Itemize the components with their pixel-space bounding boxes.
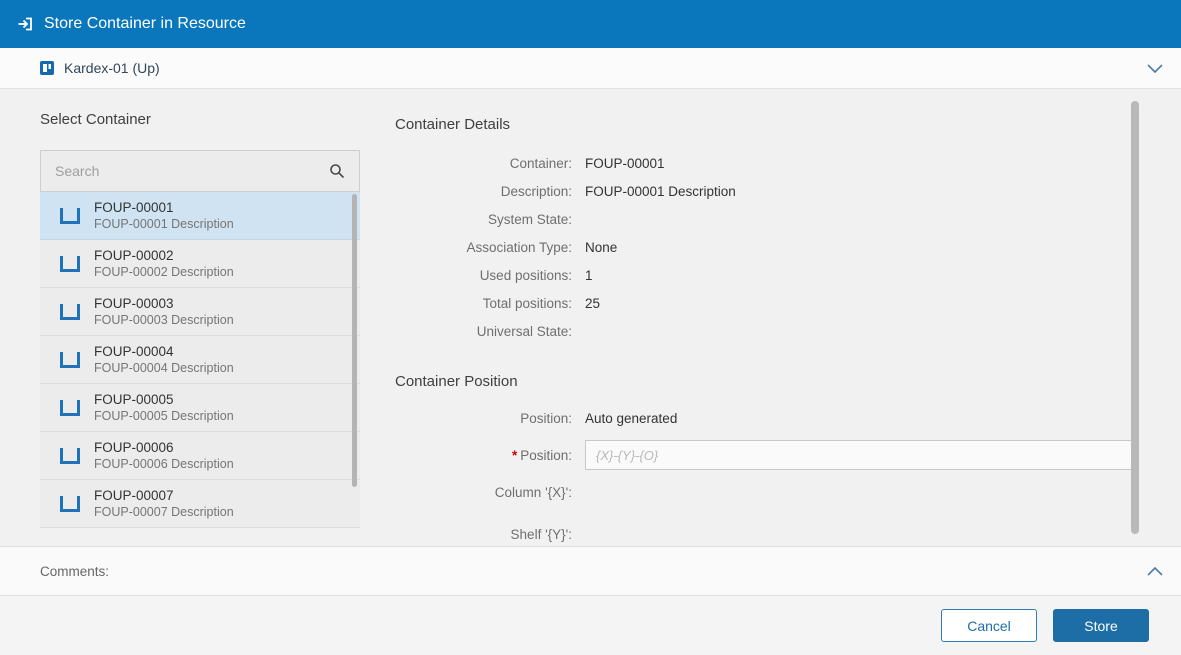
dialog-header: Store Container in Resource: [0, 0, 1181, 48]
container-name: FOUP-00004: [94, 344, 234, 359]
container-details-fields: Container: FOUP-00001 Description: FOUP-…: [395, 149, 1135, 345]
position-mode-row: Position: Auto generated: [395, 404, 1135, 432]
store-container-icon: [16, 15, 34, 33]
container-description: FOUP-00001 Description: [94, 217, 234, 231]
position-input[interactable]: [585, 440, 1135, 470]
container-description: FOUP-00006 Description: [94, 457, 234, 471]
container-description: FOUP-00002 Description: [94, 265, 234, 279]
detail-row-used-positions: Used positions: 1: [395, 261, 1135, 289]
required-position-label-text: Position:: [520, 448, 572, 463]
container-description: FOUP-00007 Description: [94, 505, 234, 519]
kardex-resource-icon: [40, 61, 54, 75]
detail-value: None: [585, 240, 617, 255]
chevron-up-icon[interactable]: [1147, 567, 1163, 576]
container-icon: [60, 352, 80, 368]
container-name: FOUP-00002: [94, 248, 234, 263]
required-position-row: *Position:: [395, 438, 1135, 472]
search-input[interactable]: [55, 163, 321, 179]
container-name: FOUP-00007: [94, 488, 234, 503]
position-mode-value: Auto generated: [585, 411, 677, 426]
container-item-text: FOUP-00004 FOUP-00004 Description: [94, 344, 234, 375]
container-icon: [60, 304, 80, 320]
dialog-footer: Cancel Store: [0, 596, 1181, 655]
container-item-text: FOUP-00003 FOUP-00003 Description: [94, 296, 234, 327]
container-item-text: FOUP-00005 FOUP-00005 Description: [94, 392, 234, 423]
container-description: FOUP-00004 Description: [94, 361, 234, 375]
container-icon: [60, 256, 80, 272]
container-list-item[interactable]: FOUP-00002 FOUP-00002 Description: [40, 240, 360, 288]
container-name: FOUP-00006: [94, 440, 234, 455]
cancel-button[interactable]: Cancel: [941, 609, 1037, 642]
container-item-text: FOUP-00006 FOUP-00006 Description: [94, 440, 234, 471]
list-scrollbar[interactable]: [352, 194, 357, 487]
container-item-text: FOUP-00001 FOUP-00001 Description: [94, 200, 234, 231]
container-name: FOUP-00005: [94, 392, 234, 407]
required-marker: *: [512, 448, 517, 463]
store-container-dialog: Store Container in Resource Kardex-01 (U…: [0, 0, 1181, 655]
detail-value: 1: [585, 268, 593, 283]
container-name: FOUP-00001: [94, 200, 234, 215]
dialog-title: Store Container in Resource: [44, 15, 246, 33]
container-list-item[interactable]: FOUP-00004 FOUP-00004 Description: [40, 336, 360, 384]
main-scrollbar[interactable]: [1131, 101, 1139, 534]
detail-value: 25: [585, 296, 600, 311]
container-list-item[interactable]: FOUP-00006 FOUP-00006 Description: [40, 432, 360, 480]
shelf-label: Shelf '{Y}':: [395, 527, 585, 542]
container-icon: [60, 448, 80, 464]
select-container-heading: Select Container: [40, 111, 360, 128]
position-mode-label: Position:: [395, 411, 585, 426]
detail-label: Total positions:: [395, 296, 585, 311]
detail-row-total-positions: Total positions: 25: [395, 289, 1135, 317]
search-box: [40, 150, 360, 192]
container-item-text: FOUP-00002 FOUP-00002 Description: [94, 248, 234, 279]
select-container-panel: Select Container FOUP-00001 FOUP-00001 D…: [40, 111, 360, 528]
detail-label: Used positions:: [395, 268, 585, 283]
detail-row-description: Description: FOUP-00001 Description: [395, 177, 1135, 205]
container-icon: [60, 400, 80, 416]
container-description: FOUP-00005 Description: [94, 409, 234, 423]
container-icon: [60, 208, 80, 224]
detail-value: FOUP-00001: [585, 156, 665, 171]
comments-label: Comments:: [40, 564, 109, 579]
detail-row-association-type: Association Type: None: [395, 233, 1135, 261]
comments-section[interactable]: Comments:: [0, 546, 1181, 596]
container-icon: [60, 496, 80, 512]
required-position-label: *Position:: [395, 448, 585, 463]
detail-label: Association Type:: [395, 240, 585, 255]
detail-label: Universal State:: [395, 324, 585, 339]
column-row: Column '{X}':: [395, 478, 1135, 506]
detail-value: FOUP-00001 Description: [585, 184, 736, 199]
search-icon[interactable]: [329, 163, 345, 179]
container-details-panel: Container Details Container: FOUP-00001 …: [395, 116, 1135, 546]
detail-label: System State:: [395, 212, 585, 227]
container-list-item[interactable]: FOUP-00003 FOUP-00003 Description: [40, 288, 360, 336]
detail-label: Container:: [395, 156, 585, 171]
detail-row-container: Container: FOUP-00001: [395, 149, 1135, 177]
container-list-item[interactable]: FOUP-00005 FOUP-00005 Description: [40, 384, 360, 432]
container-name: FOUP-00003: [94, 296, 234, 311]
container-details-heading: Container Details: [395, 116, 1135, 133]
shelf-row: Shelf '{Y}':: [395, 520, 1135, 546]
dialog-content: Select Container FOUP-00001 FOUP-00001 D…: [0, 89, 1181, 546]
container-position-heading: Container Position: [395, 373, 1135, 390]
chevron-down-icon[interactable]: [1147, 64, 1163, 73]
detail-label: Description:: [395, 184, 585, 199]
detail-row-universal-state: Universal State:: [395, 317, 1135, 345]
column-label: Column '{X}':: [395, 485, 585, 500]
detail-row-system-state: System State:: [395, 205, 1135, 233]
container-list-item[interactable]: FOUP-00001 FOUP-00001 Description: [40, 192, 360, 240]
resource-bar[interactable]: Kardex-01 (Up): [0, 48, 1181, 89]
container-list-item[interactable]: FOUP-00007 FOUP-00007 Description: [40, 480, 360, 528]
resource-label: Kardex-01 (Up): [64, 60, 160, 76]
container-item-text: FOUP-00007 FOUP-00007 Description: [94, 488, 234, 519]
container-description: FOUP-00003 Description: [94, 313, 234, 327]
container-list: FOUP-00001 FOUP-00001 Description FOUP-0…: [40, 192, 360, 528]
store-button[interactable]: Store: [1053, 609, 1149, 642]
